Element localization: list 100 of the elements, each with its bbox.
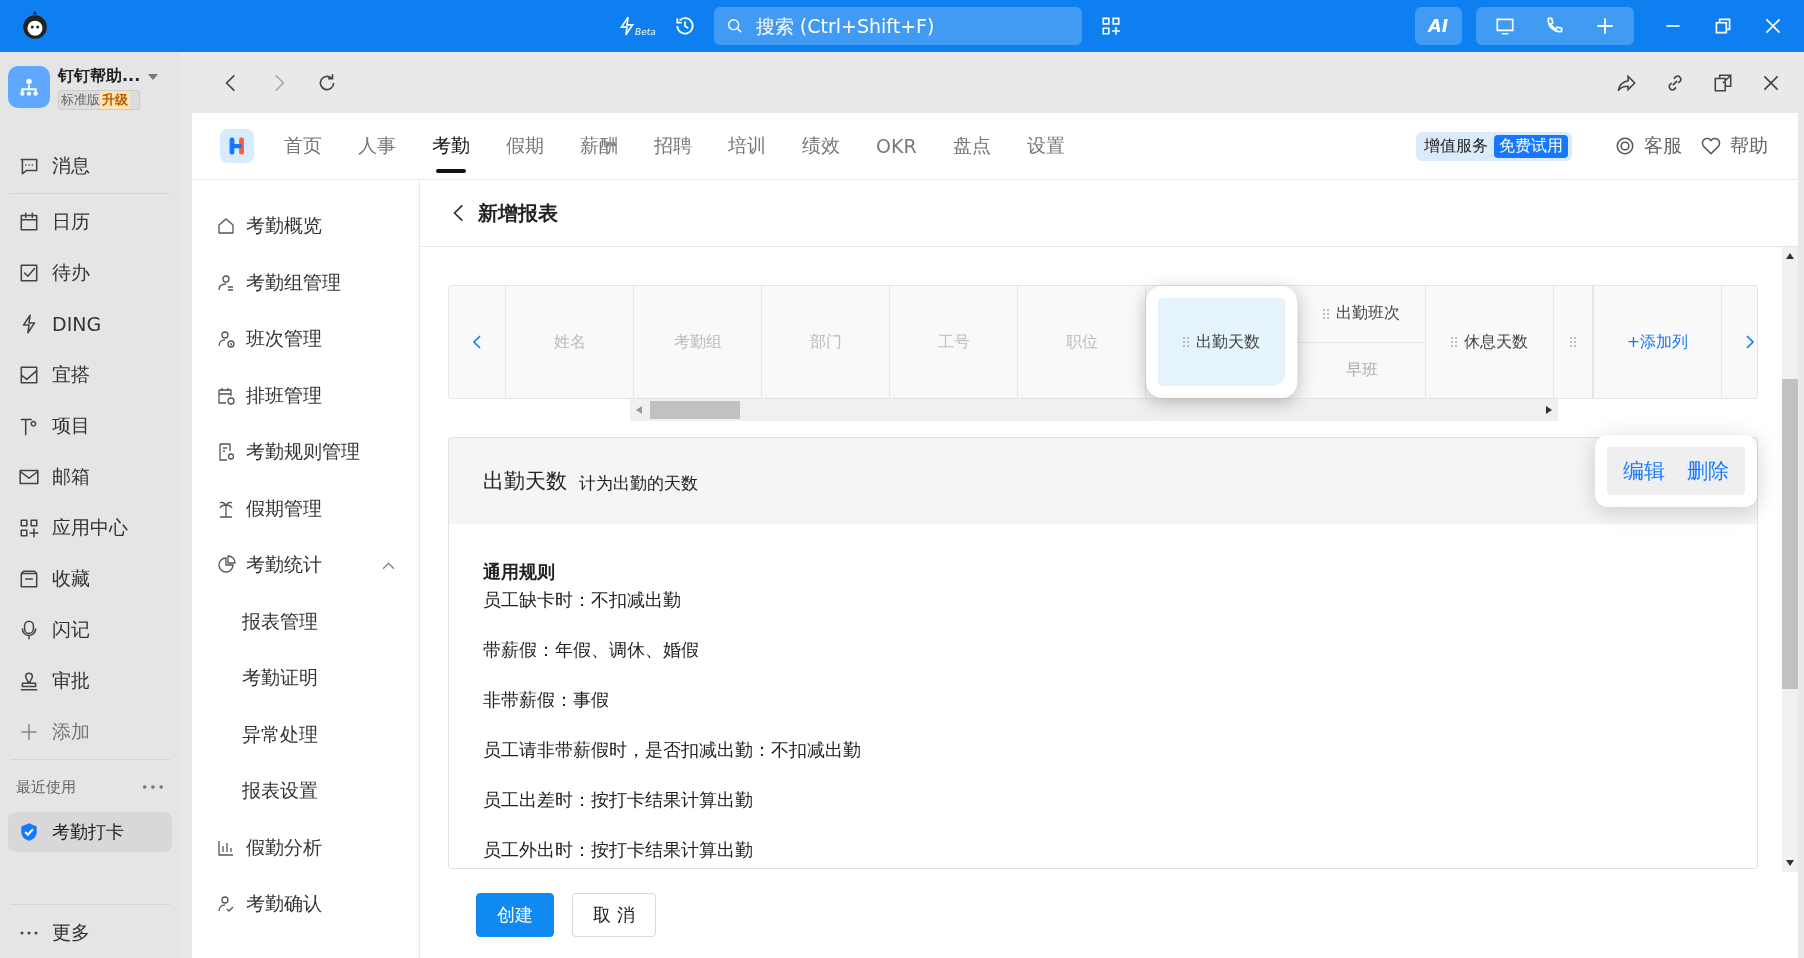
search-bar[interactable]: 搜索 (Ctrl+Shift+F) [713, 7, 1082, 45]
rule-text: 员工缺卡时：不扣减出勤 [483, 590, 682, 610]
sidebar-item[interactable]: 收藏 [8, 553, 172, 604]
sidebar-item[interactable]: 闪记 [8, 604, 172, 655]
rule-text: 非带薪假：事假 [483, 690, 610, 710]
nav-tab[interactable]: OKR [876, 113, 917, 179]
section-heading: 通用规则 [483, 560, 556, 584]
recent-app-item[interactable]: 考勤打卡 [8, 812, 172, 852]
scroll-down-arrow-icon[interactable] [1786, 860, 1794, 866]
sidebar-item[interactable]: 邮箱 [8, 451, 172, 502]
action-link[interactable]: 编辑 [1623, 457, 1665, 485]
scrollbar-thumb[interactable] [650, 401, 740, 419]
ellipsis-icon [19, 930, 39, 935]
detail-subtitle: 计为出勤的天数 [579, 471, 698, 495]
chevron-right-icon [1745, 334, 1755, 350]
detail-title: 出勤天数 [483, 468, 567, 495]
submenu-item[interactable]: 报表管理 [216, 593, 419, 650]
nav-tab[interactable]: 人事 [358, 113, 396, 179]
nav-tab[interactable]: 绩效 [802, 113, 840, 179]
shield-check-icon [18, 821, 40, 843]
beta-button[interactable]: Beta [616, 15, 656, 37]
recent-label: 最近使用 [16, 777, 76, 797]
pie-chart-icon [216, 555, 236, 576]
nav-tab[interactable]: 盘点 [952, 113, 991, 179]
org-avatar-icon[interactable] [8, 66, 50, 108]
sidebar-item[interactable]: 添加 [8, 706, 172, 757]
sidebar-item[interactable]: 宜搭 [8, 349, 172, 400]
submenu-item[interactable]: 报表设置 [216, 763, 419, 820]
menu-item[interactable]: 假期管理 [216, 480, 419, 537]
headset-icon [1614, 135, 1636, 157]
rule-text: 员工请非带薪假时，是否扣减出勤：不扣减出勤 [483, 740, 862, 760]
sidebar-item[interactable]: 待办 [8, 247, 172, 298]
menu-item[interactable]: 考勤组管理 [216, 254, 419, 311]
menu-item[interactable]: 排班管理 [216, 367, 419, 424]
home-icon [216, 216, 236, 237]
chevron-left-icon [472, 334, 482, 350]
highlighted-column-header[interactable]: 出勤天数 [1158, 298, 1285, 386]
drag-handle-icon[interactable] [1183, 337, 1189, 347]
create-button[interactable]: 创建 [476, 893, 554, 937]
edition-badge: 标准版升级 [58, 90, 141, 110]
help-link[interactable]: 帮助 [1700, 133, 1768, 159]
page-title: 新增报表 [478, 199, 558, 227]
org-name[interactable]: 钉钉帮助... [58, 66, 141, 87]
scroll-up-arrow-icon[interactable] [1786, 253, 1794, 259]
drag-handle-icon[interactable] [1323, 308, 1329, 319]
calendar-icon [18, 210, 40, 233]
app-logo-icon[interactable] [220, 129, 254, 163]
more-icon[interactable] [142, 784, 164, 790]
menu-item[interactable]: 假勤分析 [216, 819, 419, 876]
rule-text: 带薪假：年假、调休、婚假 [483, 640, 700, 660]
menu-item[interactable]: 考勤规则管理 [216, 424, 419, 481]
support-link[interactable]: 客服 [1614, 133, 1682, 159]
calendar-clock-icon [216, 385, 236, 406]
plus-icon[interactable] [1594, 15, 1616, 37]
sidebar-item[interactable]: 项目 [8, 400, 172, 451]
vertical-scrollbar[interactable] [1782, 247, 1798, 872]
chevron-up-icon[interactable] [382, 560, 395, 570]
nav-tab[interactable]: 培训 [728, 113, 766, 179]
search-input[interactable]: 搜索 (Ctrl+Shift+F) [753, 14, 1070, 38]
submenu-item[interactable]: 异常处理 [216, 706, 419, 763]
nav-tab[interactable]: 招聘 [654, 113, 692, 179]
scrollbar-thumb[interactable] [1782, 379, 1798, 689]
sidebar-item[interactable]: 日历 [8, 196, 172, 247]
horizontal-scrollbar[interactable] [630, 399, 1558, 421]
drag-handle-icon[interactable] [1570, 337, 1576, 347]
search-icon [725, 17, 744, 35]
more-item[interactable]: 更多 [8, 907, 172, 958]
nav-tab[interactable]: 薪酬 [580, 113, 618, 179]
action-link[interactable]: 删除 [1687, 457, 1729, 485]
scroll-right-arrow-icon[interactable] [1546, 406, 1552, 414]
upgrade-link[interactable]: 升级 [100, 91, 130, 109]
document-gear-icon [216, 442, 236, 463]
free-trial-tag[interactable]: 免费试用 [1494, 134, 1568, 158]
nav-tab[interactable]: 假期 [506, 113, 544, 179]
apps-icon[interactable] [1099, 15, 1122, 37]
sidebar-item[interactable]: 消息 [8, 140, 172, 191]
sidebar-item[interactable]: DING [8, 298, 172, 349]
caret-icon[interactable] [148, 74, 159, 80]
heart-icon [1700, 135, 1722, 157]
drag-handle-icon[interactable] [1451, 337, 1457, 347]
user-icon [216, 272, 236, 293]
menu-item[interactable]: 考勤统计 [216, 537, 419, 594]
nav-tab[interactable]: 考勤 [432, 113, 470, 179]
scroll-left-arrow-icon[interactable] [636, 406, 642, 414]
value-service-badge[interactable]: 增值服务 免费试用 [1416, 131, 1572, 161]
sidebar-item[interactable]: 审批 [8, 655, 172, 706]
column-header[interactable]: 出勤班次 [1298, 286, 1425, 342]
add-column-button[interactable]: +添加列 [1593, 286, 1721, 398]
cancel-button[interactable]: 取 消 [572, 893, 656, 937]
submenu-item[interactable]: 考勤证明 [216, 650, 419, 707]
nav-tab[interactable]: 设置 [1026, 113, 1065, 179]
beta-label: Beta [635, 27, 656, 37]
column-header[interactable]: 休息天数 [1426, 286, 1553, 398]
history-icon[interactable] [673, 15, 696, 37]
menu-item[interactable]: 考勤概览 [216, 198, 419, 255]
menu-item[interactable]: 班次管理 [216, 311, 419, 368]
nav-tab[interactable]: 首页 [284, 113, 322, 179]
table-cell: 早班 [1298, 341, 1425, 398]
menu-item[interactable]: 考勤确认 [216, 876, 419, 933]
sidebar-item[interactable]: 应用中心 [8, 502, 172, 553]
